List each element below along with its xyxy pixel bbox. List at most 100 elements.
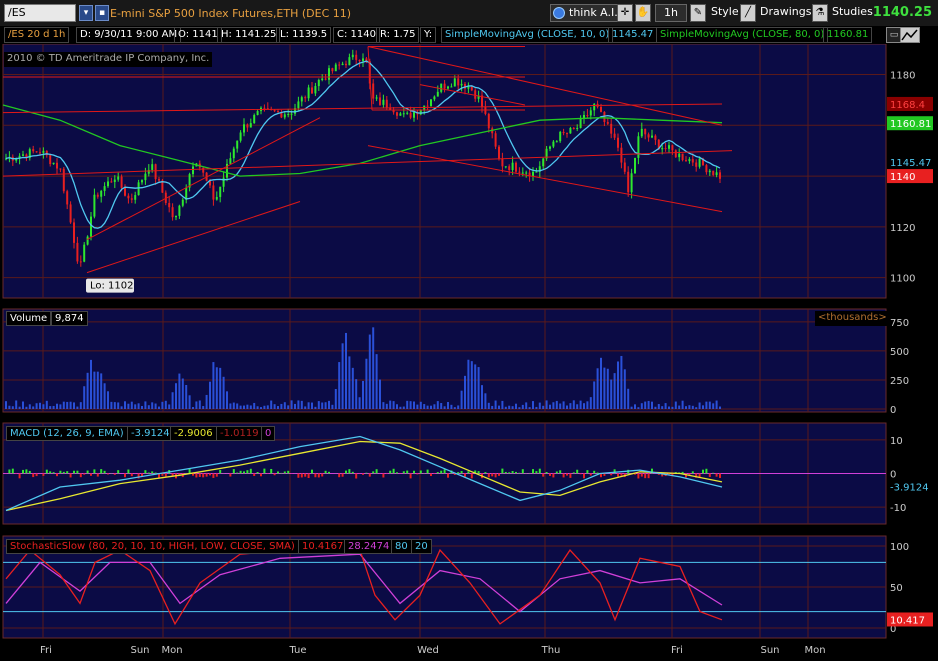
volume-bar	[494, 400, 497, 409]
stoch-label: StochasticSlow (80, 20, 10, 10, HIGH, LO…	[6, 539, 299, 554]
candle-body	[606, 122, 609, 124]
stoch-oversold: 20	[411, 539, 432, 554]
candle-body	[277, 111, 279, 113]
info-high: H: 1141.25	[217, 27, 281, 43]
candle-body	[447, 86, 449, 89]
volume-bar	[674, 401, 677, 409]
volume-bar	[535, 406, 538, 409]
link-icon[interactable]: ▪	[95, 5, 109, 21]
volume-bar	[549, 404, 551, 409]
studies-icon[interactable]: ⚗	[812, 4, 828, 22]
candle-body	[654, 135, 657, 140]
chart-area[interactable]: 11801160114011201100Lo: 11021168.41160.8…	[0, 44, 938, 661]
chart-settings-icon[interactable]	[900, 27, 920, 43]
think-ai-button[interactable]: think A.I.	[550, 4, 623, 22]
volume-bar	[294, 403, 296, 409]
volume-bar	[566, 405, 568, 409]
volume-bar	[538, 402, 541, 409]
drawings-icon[interactable]: ╱	[740, 4, 756, 22]
symbol-dropdown-icon[interactable]: ▾	[79, 5, 93, 21]
sma10-label: SimpleMovingAvg (CLOSE, 10, 0)	[441, 27, 614, 43]
volume-bar	[239, 405, 242, 409]
volume-bar	[307, 402, 310, 409]
candle-body	[436, 91, 439, 97]
info-close: C: 1140	[333, 27, 380, 43]
volume-bar	[498, 405, 500, 409]
candle-body	[107, 181, 109, 187]
timeframe-button[interactable]: 1h	[655, 4, 687, 22]
candle-body	[246, 124, 249, 128]
candle-body	[73, 222, 75, 243]
volume-bar	[42, 404, 45, 409]
last-price: 1140.25	[872, 5, 932, 20]
low-label: Lo: 1102	[90, 281, 134, 292]
studies-button[interactable]: Studies	[828, 4, 877, 22]
volume-bar	[379, 379, 381, 409]
volume-bar	[69, 401, 72, 409]
style-button[interactable]: Style	[707, 4, 743, 22]
volume-bar	[382, 402, 385, 409]
volume-bar	[634, 404, 636, 409]
volume-bar	[297, 400, 300, 409]
volume-bar	[562, 401, 565, 409]
candle-body	[501, 158, 504, 167]
macd-axis-tick: 0	[890, 470, 896, 481]
drawings-button[interactable]: Drawings	[756, 4, 815, 22]
volume-bar	[32, 406, 35, 409]
candle-body	[409, 112, 412, 118]
candle-body	[399, 113, 402, 116]
volume-bar	[209, 381, 211, 409]
pan-icon[interactable]: ✋	[635, 4, 651, 22]
info-symbol-period: /ES 20 d 1h	[4, 27, 70, 43]
x-axis-label: Fri	[40, 645, 52, 656]
volume-bar	[100, 373, 103, 409]
volume-bar	[134, 404, 137, 409]
candle-body	[130, 198, 133, 200]
volume-bar	[73, 402, 75, 409]
volume-bar	[406, 400, 409, 409]
candle-body	[341, 63, 344, 66]
x-axis-label: Thu	[541, 645, 561, 656]
candle-body	[83, 244, 86, 262]
candle-body	[406, 112, 409, 114]
volume-bar	[355, 379, 358, 409]
style-icon[interactable]: ✎	[690, 4, 706, 22]
candle-body	[552, 141, 555, 147]
candle-body	[154, 164, 157, 180]
candle-body	[321, 78, 324, 81]
volume-bar	[657, 404, 660, 409]
candle-body	[355, 54, 358, 60]
candle-body	[708, 170, 711, 173]
stoch-overbought: 80	[391, 539, 412, 554]
candle-body	[117, 176, 120, 180]
symbol-input[interactable]: /ES	[4, 4, 76, 22]
volume-bar	[518, 407, 521, 409]
volume-bar	[630, 406, 633, 409]
volume-bar	[328, 400, 330, 409]
x-axis-label: Mon	[161, 645, 182, 656]
volume-bar	[596, 368, 599, 409]
volume-bar	[423, 404, 426, 409]
volume-bar	[277, 406, 279, 409]
macd-badge: -3.9124	[890, 483, 929, 494]
sma80-badge: 1160.81	[890, 119, 931, 130]
volume-bar	[35, 403, 38, 409]
candle-body	[32, 149, 35, 152]
crosshair-icon[interactable]: ✛	[617, 4, 633, 22]
volume-bar	[103, 383, 106, 409]
volume-bar	[576, 404, 579, 409]
volume-bar	[708, 401, 711, 409]
volume-bar	[124, 401, 126, 409]
volume-bar	[440, 403, 443, 409]
macd-zero: 0	[261, 426, 276, 441]
candle-body	[719, 172, 721, 179]
volume-bar	[542, 405, 545, 409]
candle-body	[674, 150, 677, 158]
volume-bar	[426, 405, 429, 409]
candle-body	[202, 167, 205, 173]
candle-body	[110, 181, 113, 183]
x-axis-label: Wed	[417, 645, 439, 656]
candle-body	[124, 187, 126, 196]
info-date: D: 9/30/11 9:00 AM	[76, 27, 182, 43]
candle-body	[192, 166, 194, 175]
